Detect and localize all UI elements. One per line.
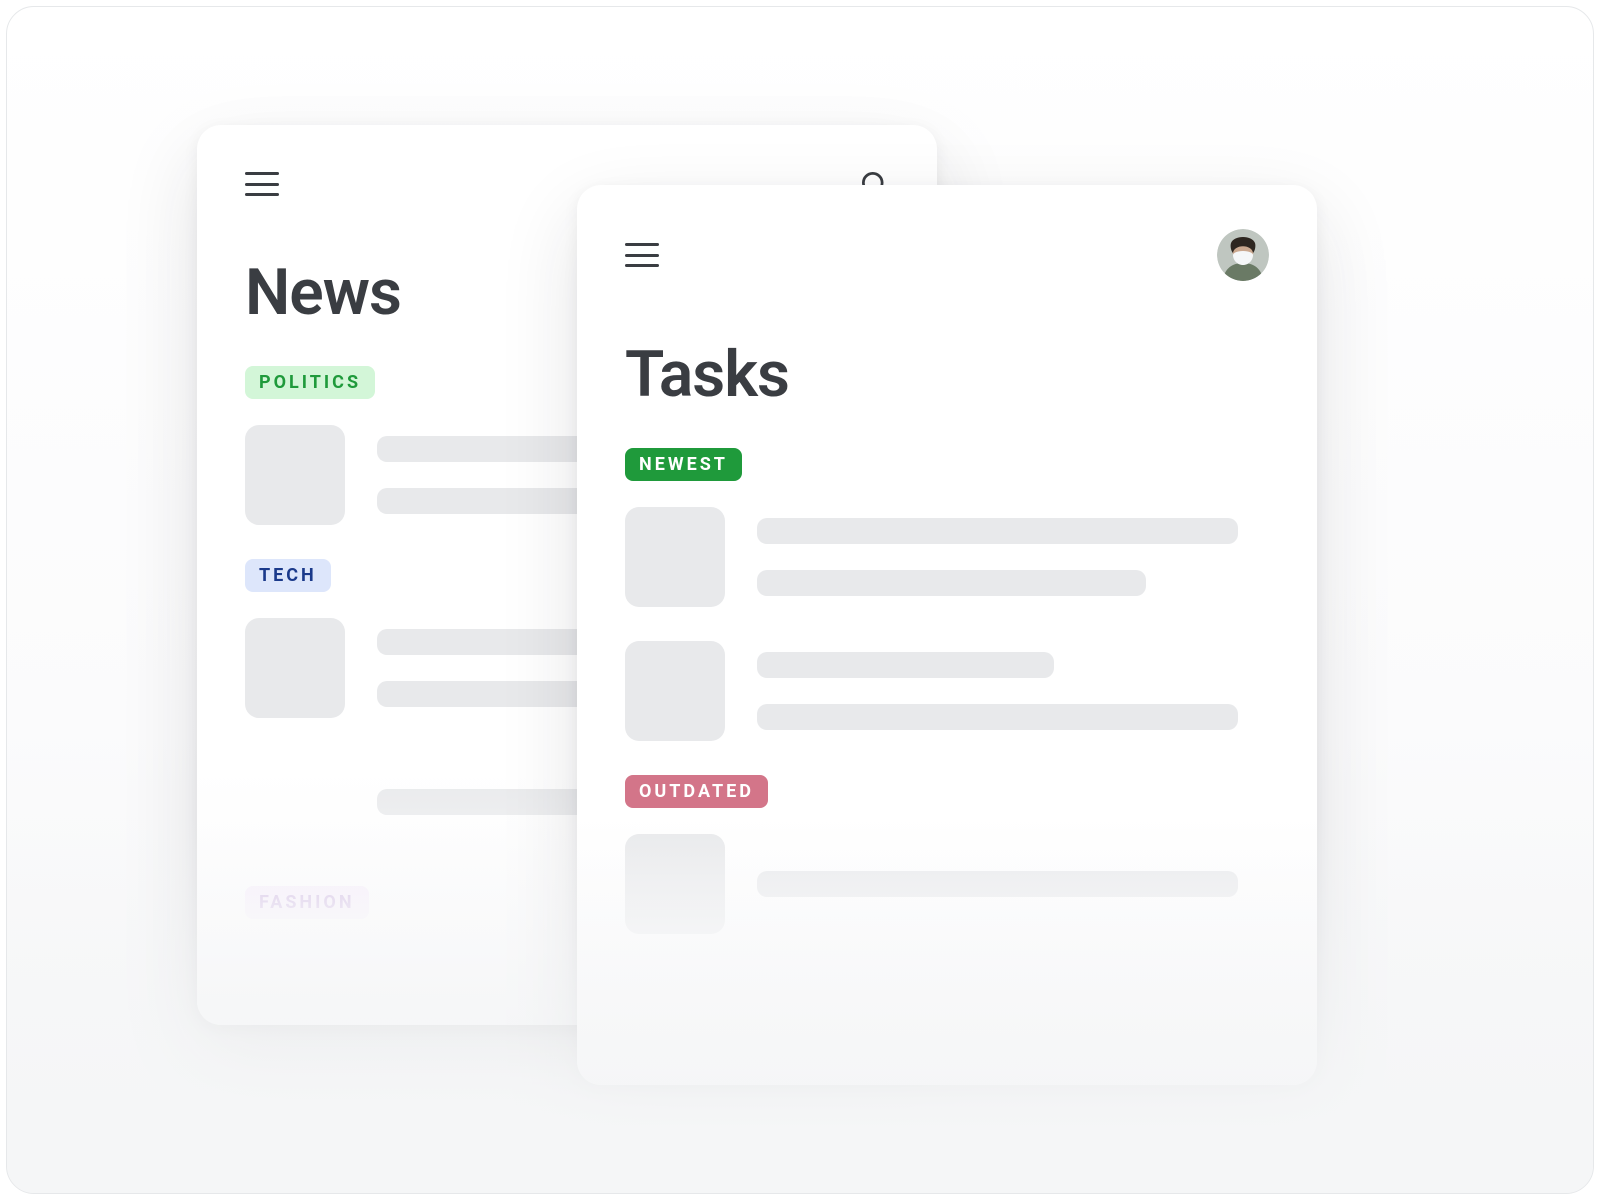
tag-newest[interactable]: NEWEST <box>625 448 742 481</box>
thumbnail-placeholder <box>625 641 725 741</box>
list-item <box>625 641 1269 741</box>
text-placeholder <box>757 641 1269 741</box>
watermark: SETPRODUCT.COM <box>1358 1148 1553 1167</box>
tasks-card-header <box>625 229 1269 281</box>
thumbnail-placeholder <box>245 618 345 718</box>
thumbnail-placeholder <box>625 507 725 607</box>
tag-fashion[interactable]: FASHION <box>245 886 369 919</box>
text-placeholder <box>757 507 1269 607</box>
list-item <box>625 834 1269 934</box>
hamburger-icon[interactable] <box>245 172 279 196</box>
list-item <box>625 507 1269 607</box>
text-placeholder <box>757 834 1269 934</box>
showcase-frame: News POLITICS TECH <box>6 6 1594 1194</box>
thumbnail-placeholder <box>245 425 345 525</box>
tasks-section-outdated: OUTDATED <box>625 775 1269 934</box>
tasks-card: Tasks NEWEST OUTDATED <box>577 185 1317 1085</box>
tag-outdated[interactable]: OUTDATED <box>625 775 768 808</box>
avatar[interactable] <box>1217 229 1269 281</box>
tasks-title: Tasks <box>625 337 1269 412</box>
hamburger-icon[interactable] <box>625 243 659 267</box>
tag-politics[interactable]: POLITICS <box>245 366 375 399</box>
thumbnail-placeholder <box>625 834 725 934</box>
tag-tech[interactable]: TECH <box>245 559 331 592</box>
tasks-section-newest: NEWEST <box>625 448 1269 741</box>
